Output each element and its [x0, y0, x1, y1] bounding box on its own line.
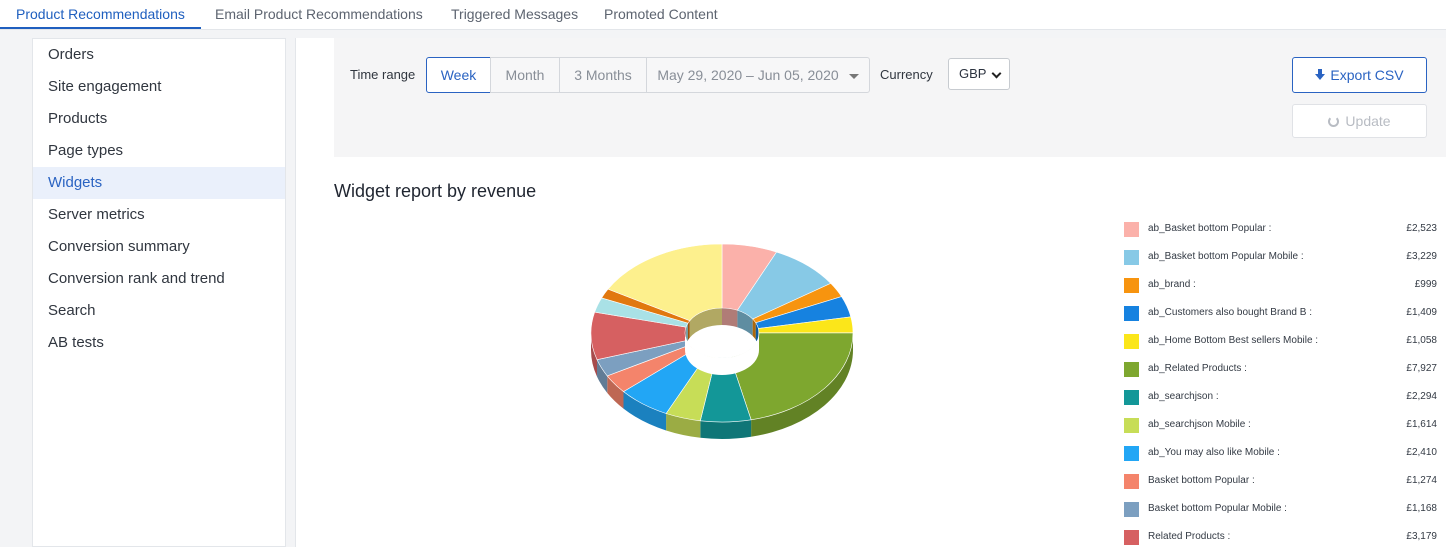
legend-value: £1,058	[1406, 335, 1437, 346]
pie-slice-inner-wall	[687, 320, 690, 341]
pie-top	[590, 243, 854, 423]
legend-value: £1,409	[1406, 307, 1437, 318]
currency-select[interactable]: GBP	[948, 58, 1010, 90]
legend-label: ab_Customers also bought Brand B :	[1148, 307, 1312, 318]
legend-item[interactable]: ab_searchjson : £2,294	[1121, 388, 1437, 408]
time-range-label: Time range	[350, 67, 416, 82]
legend-label: ab_brand :	[1148, 279, 1196, 290]
range-month-button[interactable]: Month	[490, 57, 560, 93]
sidebar-item-server-metrics[interactable]: Server metrics	[33, 199, 285, 231]
legend-swatch	[1124, 446, 1139, 461]
tab-triggered-messages[interactable]: Triggered Messages	[435, 0, 594, 29]
legend-label: Basket bottom Popular Mobile :	[1148, 503, 1287, 514]
legend-label: ab_Related Products :	[1148, 363, 1247, 374]
range-week-button[interactable]: Week	[426, 57, 491, 93]
sidebar-item-orders[interactable]: Orders	[33, 39, 285, 71]
revenue-donut-chart	[590, 243, 854, 439]
legend-label: ab_Basket bottom Popular Mobile :	[1148, 251, 1304, 262]
pie-slice[interactable]	[729, 332, 854, 421]
chevron-down-icon	[991, 68, 1002, 79]
legend-value: £7,927	[1406, 363, 1437, 374]
legend-item[interactable]: ab_brand : £999	[1121, 276, 1437, 296]
legend-value: £3,179	[1406, 531, 1437, 542]
legend-value: £1,168	[1406, 503, 1437, 514]
sidebar-item-page-types[interactable]: Page types	[33, 135, 285, 167]
legend-item[interactable]: Related Products : £3,179	[1121, 528, 1437, 547]
range-3-months-button[interactable]: 3 Months	[559, 57, 647, 93]
download-icon	[1315, 69, 1326, 81]
export-csv-label: Export CSV	[1330, 67, 1404, 83]
legend-swatch	[1124, 334, 1139, 349]
legend-swatch	[1124, 362, 1139, 377]
legend-label: ab_searchjson Mobile :	[1148, 419, 1251, 430]
legend-label: ab_You may also like Mobile :	[1148, 447, 1280, 458]
currency-label: Currency	[880, 67, 933, 82]
legend-label: Basket bottom Popular :	[1148, 475, 1255, 486]
legend-item[interactable]: ab_Basket bottom Popular : £2,523	[1121, 220, 1437, 240]
legend-swatch	[1124, 530, 1139, 545]
sidebar-item-ab-tests[interactable]: AB tests	[33, 327, 285, 359]
tab-email-product-recommendations[interactable]: Email Product Recommendations	[199, 0, 439, 29]
main-panel: Time range Week Month 3 Months May 29, 2…	[295, 38, 1446, 547]
legend-swatch	[1124, 418, 1139, 433]
pie-slice-inner-wall	[722, 308, 738, 328]
pie-slice-side	[700, 419, 752, 439]
tab-promoted-content[interactable]: Promoted Content	[588, 0, 734, 29]
sidebar-item-site-engagement[interactable]: Site engagement	[33, 71, 285, 103]
date-range-picker[interactable]: May 29, 2020 – Jun 05, 2020	[646, 57, 870, 93]
top-tab-bar: Product Recommendations Email Product Re…	[0, 0, 1446, 30]
legend-value: £1,274	[1406, 475, 1437, 486]
update-label: Update	[1345, 113, 1391, 129]
legend-item[interactable]: ab_Customers also bought Brand B : £1,40…	[1121, 304, 1437, 324]
legend-value: £2,410	[1406, 447, 1437, 458]
legend-swatch	[1124, 474, 1139, 489]
legend-value: £2,523	[1406, 223, 1437, 234]
legend-item[interactable]: ab_Home Bottom Best sellers Mobile : £1,…	[1121, 332, 1437, 352]
legend-swatch	[1124, 278, 1139, 293]
tab-product-recommendations[interactable]: Product Recommendations	[0, 0, 201, 29]
legend-item[interactable]: ab_You may also like Mobile : £2,410	[1121, 444, 1437, 464]
sidebar-item-products[interactable]: Products	[33, 103, 285, 135]
sidebar-item-conversion-rank-and-trend[interactable]: Conversion rank and trend	[33, 263, 285, 295]
report-sidebar: Orders Site engagement Products Page typ…	[32, 38, 286, 547]
legend-label: ab_searchjson :	[1148, 391, 1219, 402]
legend-value: £2,294	[1406, 391, 1437, 402]
legend-swatch	[1124, 250, 1139, 265]
sidebar-item-conversion-summary[interactable]: Conversion summary	[33, 231, 285, 263]
legend-item[interactable]: ab_searchjson Mobile : £1,614	[1121, 416, 1437, 436]
legend-swatch	[1124, 390, 1139, 405]
filter-panel: Time range Week Month 3 Months May 29, 2…	[334, 38, 1446, 157]
legend-item[interactable]: ab_Related Products : £7,927	[1121, 360, 1437, 380]
legend-swatch	[1124, 502, 1139, 517]
legend-label: ab_Home Bottom Best sellers Mobile :	[1148, 335, 1319, 346]
sidebar-item-search[interactable]: Search	[33, 295, 285, 327]
legend-swatch	[1124, 306, 1139, 321]
legend-item[interactable]: Basket bottom Popular : £1,274	[1121, 472, 1437, 492]
legend-item[interactable]: Basket bottom Popular Mobile : £1,168	[1121, 500, 1437, 520]
caret-down-icon	[848, 73, 859, 79]
date-range-value: May 29, 2020 – Jun 05, 2020	[657, 67, 839, 83]
legend-item[interactable]: ab_Basket bottom Popular Mobile : £3,229	[1121, 248, 1437, 268]
legend-value: £1,614	[1406, 419, 1437, 430]
sidebar-item-widgets[interactable]: Widgets	[33, 167, 285, 199]
report-title: Widget report by revenue	[334, 181, 537, 201]
legend-label: ab_Basket bottom Popular :	[1148, 223, 1272, 234]
legend-label: Related Products :	[1148, 531, 1231, 542]
legend-value: £3,229	[1406, 251, 1437, 262]
refresh-icon	[1328, 116, 1340, 127]
legend-swatch	[1124, 222, 1139, 237]
export-csv-button[interactable]: Export CSV	[1292, 57, 1427, 93]
currency-value: GBP	[959, 66, 987, 81]
legend-value: £999	[1414, 279, 1437, 290]
update-button[interactable]: Update	[1292, 104, 1427, 138]
